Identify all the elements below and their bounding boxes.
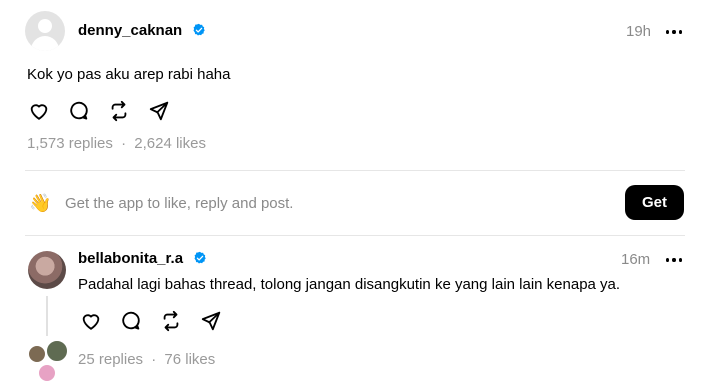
heart-icon[interactable] (28, 100, 50, 122)
username[interactable]: denny_caknan (78, 22, 182, 39)
likes-count[interactable]: 2,624 likes (134, 135, 206, 152)
post-text: Kok yo pas aku arep rabi haha (27, 66, 231, 83)
post-actions (28, 100, 170, 122)
reply-header: bellabonita_r.a (78, 250, 207, 268)
verified-badge-icon (193, 23, 205, 36)
thread-line (46, 296, 48, 336)
app-cta-text: Get the app to like, reply and post. (65, 195, 294, 212)
repost-icon[interactable] (160, 310, 182, 332)
post-header: denny_caknan (78, 22, 206, 40)
reply-stats: 25 replies · 76 likes (78, 351, 215, 368)
waving-hand-icon: 👋 (29, 193, 52, 213)
avatar-placeholder-head (38, 19, 52, 33)
post-timestamp: 19h (626, 23, 652, 40)
share-icon[interactable] (200, 310, 222, 332)
avatar (45, 339, 69, 363)
more-icon[interactable] (666, 258, 682, 262)
stats-separator: · (121, 135, 127, 152)
replies-count[interactable]: 1,573 replies (27, 135, 113, 152)
username[interactable]: bellabonita_r.a (78, 250, 183, 267)
avatar-placeholder-body (31, 36, 59, 51)
heart-icon[interactable] (80, 310, 102, 332)
verified-badge-icon (194, 251, 206, 264)
divider (25, 170, 685, 171)
avatar[interactable] (28, 251, 66, 289)
stats-separator: · (151, 351, 157, 368)
reply-avatars (27, 339, 72, 383)
avatar (27, 344, 47, 364)
get-app-button[interactable]: Get (625, 185, 684, 220)
avatar[interactable] (25, 11, 65, 51)
post-stats: 1,573 replies · 2,624 likes (27, 135, 206, 152)
comment-icon[interactable] (120, 310, 142, 332)
replies-count[interactable]: 25 replies (78, 351, 143, 368)
repost-icon[interactable] (108, 100, 130, 122)
comment-icon[interactable] (68, 100, 90, 122)
share-icon[interactable] (148, 100, 170, 122)
likes-count[interactable]: 76 likes (164, 351, 215, 368)
more-icon[interactable] (666, 30, 682, 34)
divider (25, 235, 685, 236)
reply-actions (80, 310, 222, 332)
reply-text: Padahal lagi bahas thread, tolong jangan… (78, 276, 621, 293)
avatar (37, 363, 57, 383)
reply-timestamp: 16m (621, 251, 651, 268)
